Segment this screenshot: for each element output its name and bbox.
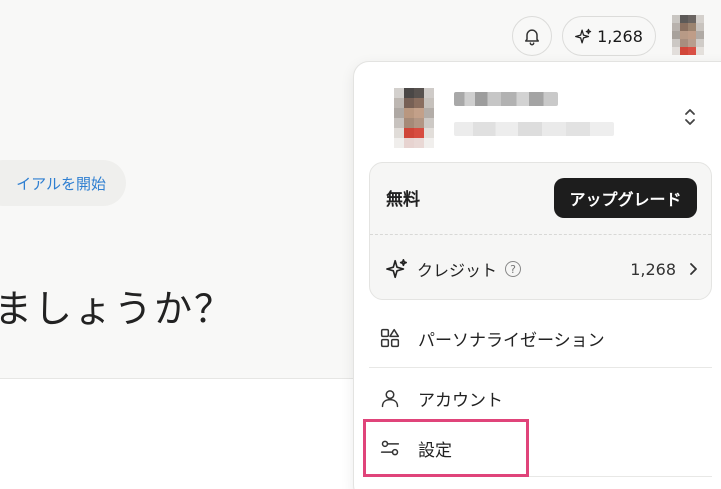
credits-button[interactable]: 1,268: [562, 16, 656, 56]
avatar[interactable]: [672, 15, 704, 55]
menu-item-label: パーソナライゼーション: [418, 330, 605, 351]
start-trial-button[interactable]: イアルを開始: [0, 160, 126, 206]
plan-name: 無料: [386, 190, 420, 210]
notifications-button[interactable]: [512, 16, 552, 56]
user-avatar: [394, 88, 434, 148]
menu-divider: [369, 367, 712, 368]
help-icon[interactable]: ?: [505, 261, 522, 277]
credits-count: 1,268: [597, 26, 643, 46]
menu-item-label: アカウント: [418, 390, 503, 411]
account-dropdown: 無料 アップグレード クレジット ? 1,268 パーソナライゼーション アカウ…: [353, 61, 721, 489]
credits-value: 1,268: [630, 259, 676, 279]
menu-item-account[interactable]: アカウント: [380, 380, 700, 416]
hero-heading: ましょうか？: [0, 287, 235, 331]
chevron-updown-icon: [685, 109, 695, 125]
plan-card: 無料 アップグレード クレジット ? 1,268: [369, 162, 712, 300]
menu-item-personalization[interactable]: パーソナライゼーション: [380, 320, 700, 356]
grid-shapes-icon: [380, 328, 400, 348]
sparkle-icon: [386, 259, 407, 279]
user-email-redacted: [454, 122, 614, 136]
credits-row[interactable]: クレジット ? 1,268: [386, 255, 698, 283]
card-divider: [370, 234, 711, 235]
sparkle-icon: [575, 28, 592, 44]
chevron-right-icon: [690, 263, 697, 275]
settings-highlight: [363, 419, 529, 477]
user-icon: [381, 390, 399, 408]
user-name-redacted: [454, 92, 558, 106]
upgrade-button[interactable]: アップグレード: [554, 178, 697, 218]
credits-label: クレジット: [417, 261, 498, 280]
bell-icon: [525, 29, 539, 46]
start-trial-label: イアルを開始: [16, 174, 106, 193]
account-switcher[interactable]: [394, 88, 721, 148]
